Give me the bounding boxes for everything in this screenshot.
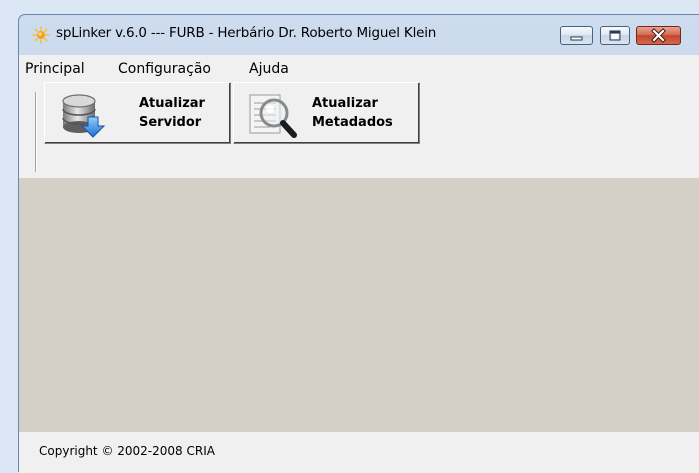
title-bar[interactable]: spLinker v.6.0 --- FURB - Herbário Dr. R… [19, 15, 699, 55]
atualizar-metadados-label: Atualizar Metadados [312, 96, 393, 130]
sun-icon [32, 26, 50, 44]
maximize-button[interactable] [600, 26, 630, 45]
workspace [19, 178, 699, 432]
atualizar-servidor-label: Atualizar Servidor [139, 96, 205, 130]
atualizar-servidor-button[interactable]: Atualizar Servidor [44, 82, 231, 144]
minimize-button[interactable] [560, 26, 593, 45]
close-icon [651, 28, 666, 43]
maximize-icon [609, 30, 621, 41]
window-title: spLinker v.6.0 --- FURB - Herbário Dr. R… [56, 25, 437, 41]
magnifier-document-icon [249, 94, 297, 138]
close-button[interactable] [636, 26, 681, 45]
status-bar: Copyright © 2002-2008 CRIA [19, 432, 699, 473]
menu-bar: Principal Configuração Ajuda [19, 55, 699, 84]
client-area: Principal Configuração Ajuda Atualizar S… [19, 55, 699, 473]
copyright-text: Copyright © 2002-2008 CRIA [39, 444, 215, 458]
toolbar-grip[interactable] [35, 92, 37, 172]
minimize-icon [570, 36, 583, 41]
menu-configuracao[interactable]: Configuração [118, 61, 211, 77]
menu-ajuda[interactable]: Ajuda [249, 61, 289, 77]
atualizar-metadados-button[interactable]: Atualizar Metadados [233, 82, 420, 144]
menu-principal[interactable]: Principal [25, 61, 85, 77]
main-window: spLinker v.6.0 --- FURB - Herbário Dr. R… [18, 14, 699, 473]
toolbar: Atualizar Servidor Atualizar Metadados [19, 82, 699, 178]
database-download-icon [62, 94, 106, 138]
